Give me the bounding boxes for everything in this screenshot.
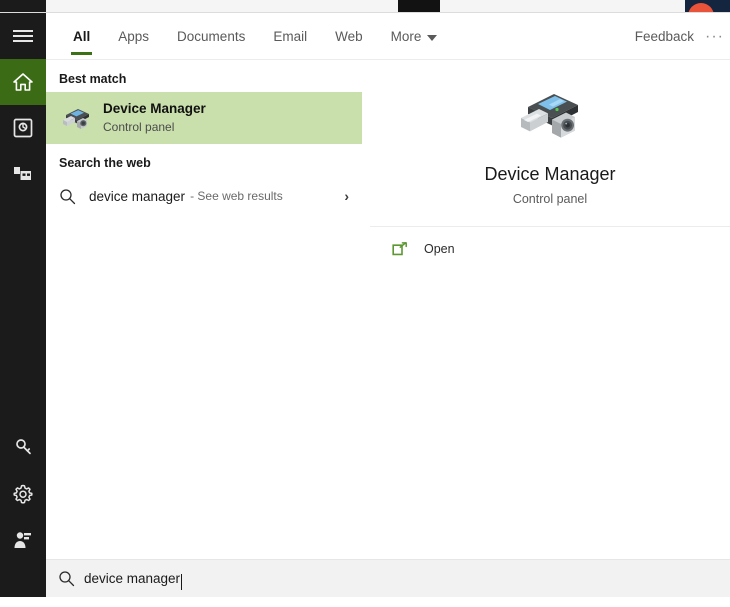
background-desktop-sliver [0,0,730,29]
timeline-icon [13,118,33,138]
sidebar-item-home[interactable] [0,59,46,105]
search-box-icon [58,570,84,587]
search-icon [59,188,89,205]
tab-all[interactable]: All [59,13,104,60]
sidebar-item-personalize[interactable] [0,517,46,563]
tab-web[interactable]: Web [321,13,377,60]
results-bottom-fill [46,598,363,607]
device-manager-icon [59,101,93,135]
sidebar-item-account[interactable] [0,425,46,471]
preview-pane: Device Manager Control panel Open [370,60,730,560]
web-result-suffix: - See web results [190,189,283,203]
header-overflow-button[interactable]: ··· [705,13,724,60]
hamburger-menu-button[interactable] [0,13,46,59]
gear-icon [13,484,33,504]
sidebar-item-settings[interactable] [0,471,46,517]
open-external-icon [392,241,424,257]
search-filter-tabbar: All Apps Documents Email Web More Feedba… [46,13,730,60]
tab-apps[interactable]: Apps [104,13,163,60]
tab-more[interactable]: More [377,13,452,60]
text-cursor [181,573,183,590]
result-item-text: Device Manager Control panel [103,101,206,135]
action-open[interactable]: Open [370,227,730,271]
best-match-heading: Best match [59,72,127,86]
chevron-right-icon: › [344,188,349,204]
panel-divider [363,60,370,560]
result-item-subtitle: Control panel [103,119,175,134]
web-result-query: device manager [89,188,186,204]
tab-web-label: Web [335,29,363,44]
tab-all-label: All [73,29,91,44]
action-open-label: Open [424,242,455,256]
hamburger-icon [13,29,33,43]
result-item-device-manager[interactable]: Device Manager Control panel [46,92,362,144]
web-result-row[interactable]: device manager - See web results › [46,176,362,216]
feedback-label: Feedback [634,29,694,44]
tab-list: All Apps Documents Email Web More [46,13,451,60]
tab-documents-label: Documents [177,29,246,44]
account-icon [13,438,33,458]
preview-device-manager-icon [515,81,585,150]
search-input-value: device manager [84,571,181,586]
search-input[interactable]: device manager [46,560,730,597]
sidebar-item-timeline[interactable] [0,105,46,151]
header-overflow-label: ··· [705,27,724,45]
documents-icon [12,164,34,184]
preview-subtitle: Control panel [512,191,588,206]
personalize-icon [12,530,34,550]
chevron-down-icon [427,34,438,41]
search-panel: All Apps Documents Email Web More Feedba… [46,13,730,607]
preview-title: Device Manager [484,163,616,184]
home-icon [12,72,34,92]
start-menu-rail [0,13,46,597]
tab-email-label: Email [273,29,308,44]
sidebar-item-documents[interactable] [0,151,46,197]
preview-header: Device Manager Control panel [370,60,730,227]
tab-apps-label: Apps [118,29,150,44]
feedback-button[interactable]: Feedback [635,13,694,60]
tab-documents[interactable]: Documents [163,13,259,60]
results-column: Best match Device Manager Control panel … [46,60,363,607]
tab-email[interactable]: Email [259,13,321,60]
search-the-web-heading: Search the web [59,156,151,170]
result-item-title: Device Manager [103,101,206,117]
tab-more-label: More [390,29,422,44]
